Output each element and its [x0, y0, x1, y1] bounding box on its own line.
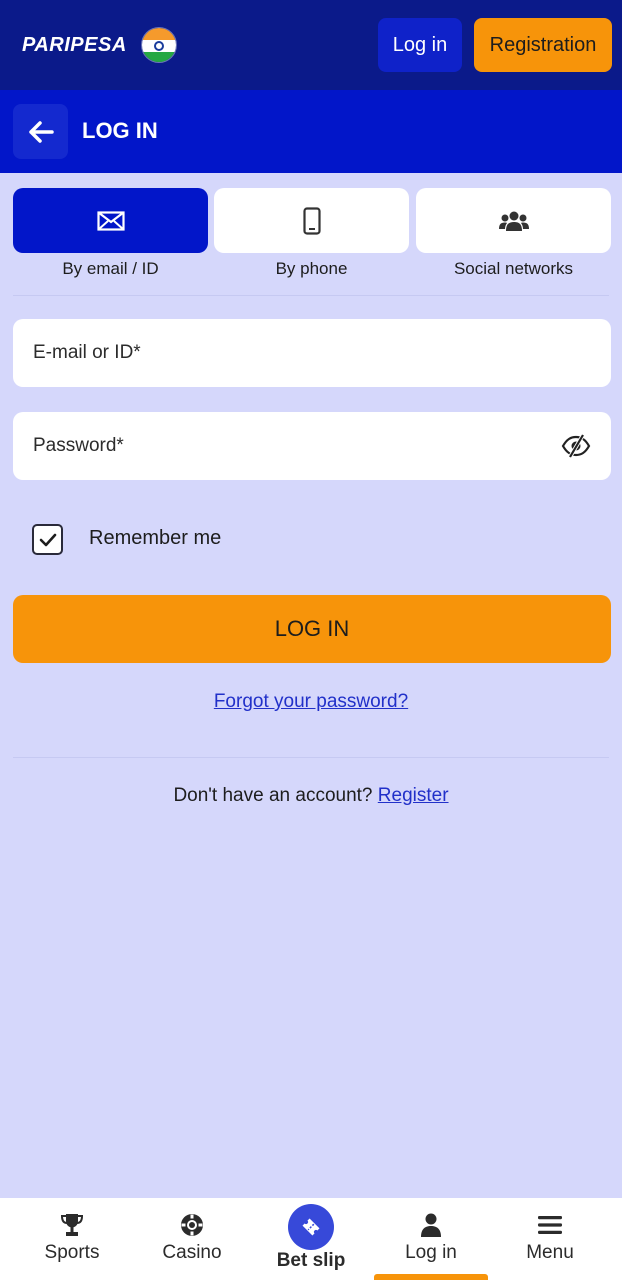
header-login-button[interactable]: Log in: [378, 18, 462, 72]
remember-me-checkbox[interactable]: [32, 524, 63, 555]
header-registration-button[interactable]: Registration: [474, 18, 612, 72]
nav-log-in[interactable]: Log in: [376, 1198, 486, 1280]
eye-slash-icon[interactable]: [561, 433, 591, 459]
nav-bet-slip[interactable]: [288, 1204, 334, 1250]
tab-by-phone[interactable]: [214, 188, 409, 253]
page-title: LOG IN: [82, 118, 158, 143]
envelope-icon: [96, 210, 125, 231]
paripesa-logo[interactable]: PARIPESA: [22, 32, 127, 58]
page-header: LOG IN: [0, 90, 622, 173]
arrow-left-icon: [28, 120, 54, 143]
ticket-icon: [302, 1218, 320, 1236]
forgot-password-link: Forgot your password?: [0, 691, 622, 713]
active-tab-indicator: [374, 1274, 488, 1280]
divider: [13, 757, 609, 758]
remember-me-label[interactable]: Remember me: [89, 527, 221, 550]
hamburger-menu-icon: [538, 1216, 562, 1234]
trophy-icon: [60, 1214, 84, 1236]
checkmark-icon: [39, 533, 56, 546]
top-header: PARIPESA Log in Registration: [0, 0, 622, 90]
users-icon: [498, 211, 529, 231]
nav-casino-label: Casino: [162, 1242, 222, 1263]
logo-text: PARIPESA: [22, 33, 127, 56]
forgot-password-text[interactable]: Forgot your password?: [214, 691, 408, 712]
nav-sports[interactable]: Sports: [17, 1198, 127, 1280]
email-field-container: [13, 319, 611, 387]
user-icon: [421, 1213, 441, 1237]
tab-by-email[interactable]: [13, 188, 208, 253]
tab-social-networks-label: Social networks: [453, 259, 574, 278]
nav-casino[interactable]: Casino: [137, 1198, 247, 1280]
nav-sports-label: Sports: [44, 1242, 100, 1263]
password-field[interactable]: [33, 412, 553, 480]
email-field[interactable]: [33, 319, 553, 387]
nav-log-in-label: Log in: [405, 1242, 457, 1263]
login-submit-button[interactable]: LOG IN: [13, 595, 611, 663]
nav-bet-slip-label[interactable]: Bet slip: [256, 1250, 366, 1272]
register-link[interactable]: Register: [378, 785, 449, 806]
divider: [13, 295, 609, 296]
casino-chip-icon: [181, 1214, 203, 1236]
signup-prompt-text: Don't have an account?: [173, 785, 373, 806]
password-field-container: [13, 412, 611, 480]
tab-social-networks[interactable]: [416, 188, 611, 253]
phone-icon: [302, 206, 321, 235]
india-flag-icon[interactable]: [141, 27, 177, 63]
nav-menu[interactable]: Menu: [495, 1198, 605, 1280]
nav-menu-label: Menu: [526, 1242, 574, 1263]
signup-prompt: Don't have an account? Register: [0, 785, 622, 807]
back-button[interactable]: [13, 104, 68, 159]
bottom-navigation: Sports Casino Bet slip Log in Menu: [0, 1198, 622, 1280]
tab-by-email-label: By email / ID: [62, 259, 159, 278]
tab-by-phone-label: By phone: [275, 259, 348, 278]
